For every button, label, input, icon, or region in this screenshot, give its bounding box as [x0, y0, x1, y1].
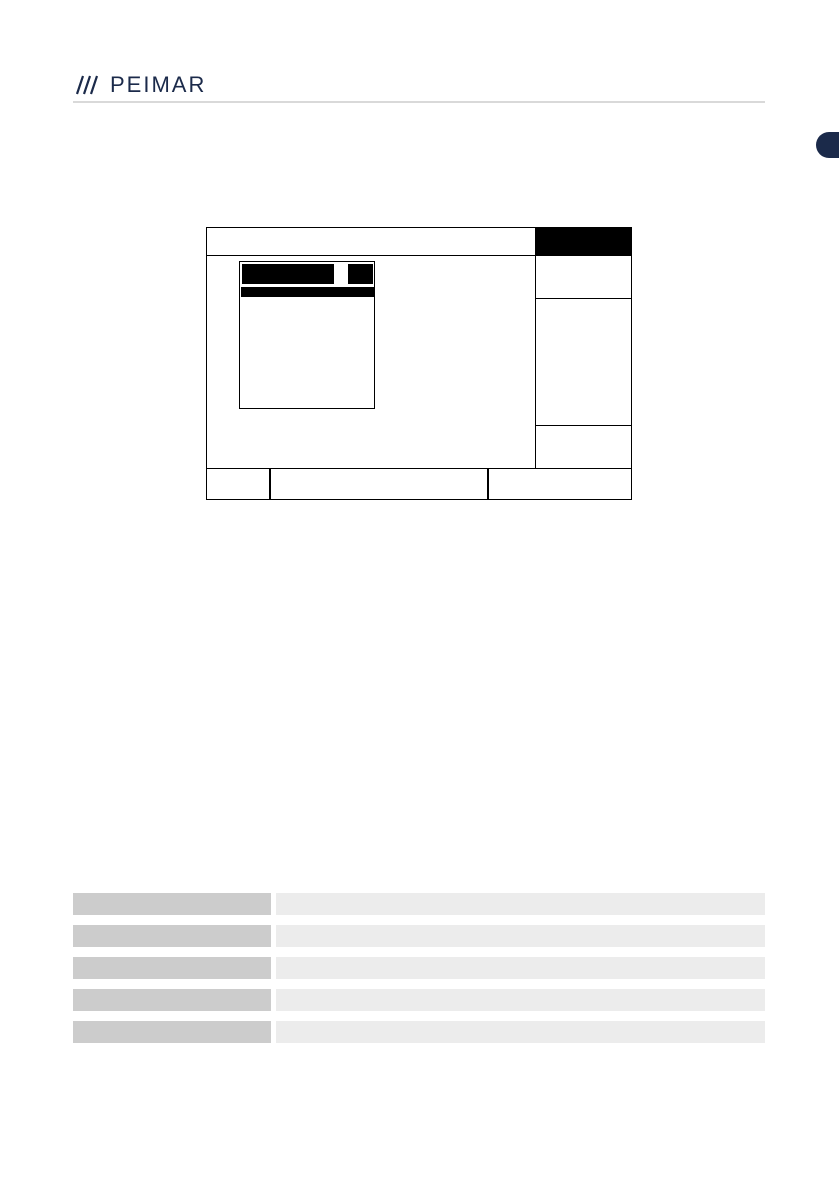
table-row [73, 925, 765, 947]
table-row [73, 893, 765, 915]
softkey-5[interactable] [535, 426, 632, 469]
softkey-2[interactable] [535, 299, 632, 342]
table-value-cell [276, 1021, 765, 1043]
table-key-cell [73, 893, 271, 915]
triple-slash-icon [76, 75, 99, 95]
header-divider [73, 101, 765, 103]
popup-selected-item[interactable] [241, 287, 374, 297]
screen-title-indicator [535, 227, 632, 256]
table-value-cell [276, 925, 765, 947]
table-key-cell [73, 1021, 271, 1043]
table-row [73, 989, 765, 1011]
status-divider [269, 468, 271, 500]
brand-name: PEIMAR [110, 72, 207, 97]
table-key-cell [73, 925, 271, 947]
status-divider [487, 468, 489, 500]
table-key-cell [73, 957, 271, 979]
table-value-cell [276, 989, 765, 1011]
brand-logo: PEIMAR [76, 72, 206, 98]
table-value-cell [276, 957, 765, 979]
softkey-4[interactable] [535, 383, 632, 426]
table-row [73, 957, 765, 979]
popup-header-end [348, 264, 373, 284]
softkey-3[interactable] [535, 341, 632, 384]
popup-header [242, 264, 334, 284]
section-tab [816, 132, 839, 158]
table-row [73, 1021, 765, 1043]
table-key-cell [73, 989, 271, 1011]
screen-title-bar [206, 227, 535, 256]
softkey-1[interactable] [535, 256, 632, 299]
table-value-cell [276, 893, 765, 915]
popup-header-cursor [334, 264, 348, 284]
